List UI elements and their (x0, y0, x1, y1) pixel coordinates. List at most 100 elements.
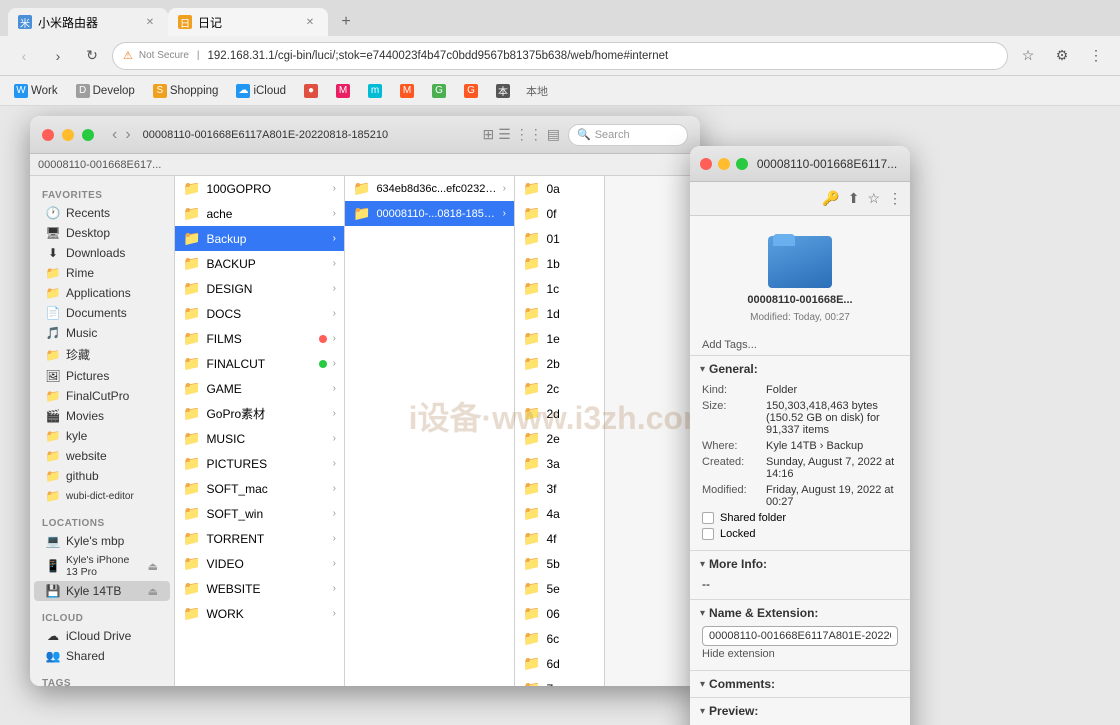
sidebar-item-kyle[interactable]: 📁 kyle (34, 426, 170, 446)
extensions-button[interactable]: ⚙ (1048, 42, 1076, 70)
col3-item-2b[interactable]: 📁2b (515, 351, 604, 376)
col3-item-5b[interactable]: 📁5b (515, 551, 604, 576)
tab-close-diary[interactable]: ✕ (302, 14, 318, 30)
sidebar-item-github[interactable]: 📁 github (34, 466, 170, 486)
info-maximize-button[interactable] (736, 158, 748, 170)
bookmark-button[interactable]: ☆ (1014, 42, 1042, 70)
sidebar-item-website[interactable]: 📁 website (34, 446, 170, 466)
col3-item-4f[interactable]: 📁4f (515, 526, 604, 551)
finder-close-button[interactable] (42, 129, 54, 141)
sidebar-item-finalcutpro[interactable]: 📁 FinalCutPro (34, 386, 170, 406)
sidebar-item-shared[interactable]: 👥 Shared (34, 646, 170, 666)
address-bar[interactable]: ⚠ Not Secure | 192.168.31.1/cgi-bin/luci… (112, 42, 1008, 70)
sidebar-item-rime[interactable]: 📁 Rime (34, 263, 170, 283)
sidebar-item-iphone[interactable]: 📱 Kyle's iPhone 13 Pro ⏏ (34, 551, 170, 581)
gallery-view-button[interactable]: ▤ (547, 126, 560, 143)
col3-item-6c[interactable]: 📁6c (515, 626, 604, 651)
col1-item-ache[interactable]: 📁 ache › (175, 201, 344, 226)
hide-extension-button[interactable]: Hide extension (702, 646, 898, 662)
col1-item-video[interactable]: 📁 VIDEO › (175, 551, 344, 576)
bookmark-shopping[interactable]: S Shopping (149, 82, 223, 100)
sidebar-item-downloads[interactable]: ⬇ Downloads (34, 243, 170, 263)
tab-close-router[interactable]: ✕ (142, 14, 158, 30)
col3-item-3f[interactable]: 📁3f (515, 476, 604, 501)
col3-item-1d[interactable]: 📁1d (515, 301, 604, 326)
more-info-header[interactable]: ▾ More Info: (690, 551, 910, 577)
bookmark-develop[interactable]: D Develop (72, 82, 139, 100)
new-tab-button[interactable]: + (332, 8, 360, 36)
bookmark-work[interactable]: W Work (10, 82, 62, 100)
sidebar-item-music[interactable]: 🎵 Music (34, 323, 170, 343)
col1-item-backup-upper[interactable]: 📁 BACKUP › (175, 251, 344, 276)
bookmark-extra-5[interactable]: G (428, 82, 450, 100)
sidebar-item-wubi[interactable]: 📁 wubi-dict-editor (34, 486, 170, 506)
sidebar-item-kyle14tb[interactable]: 💾 Kyle 14TB ⏏ (34, 581, 170, 601)
col1-item-game[interactable]: 📁 GAME › (175, 376, 344, 401)
col3-item-2d[interactable]: 📁2d (515, 401, 604, 426)
sidebar-item-documents[interactable]: 📄 Documents (34, 303, 170, 323)
col3-item-0f[interactable]: 📁0f (515, 201, 604, 226)
col3-item-06[interactable]: 📁06 (515, 601, 604, 626)
col3-item-0a[interactable]: 📁0a (515, 176, 604, 201)
sidebar-item-recents[interactable]: 🕐 Recents (34, 203, 170, 223)
col3-item-3a[interactable]: 📁3a (515, 451, 604, 476)
tab-diary[interactable]: 日 日记 ✕ (168, 8, 328, 36)
col1-item-100gopro[interactable]: 📁 100GOPRO › (175, 176, 344, 201)
col1-item-pictures[interactable]: 📁 PICTURES › (175, 451, 344, 476)
sidebar-item-applications[interactable]: 📁 Applications (34, 283, 170, 303)
col1-item-gopro[interactable]: 📁 GoPro素材 › (175, 401, 344, 426)
col1-item-design[interactable]: 📁 DESIGN › (175, 276, 344, 301)
finder-forward-button[interactable]: › (125, 126, 130, 144)
bookmark-extra-4[interactable]: M (396, 82, 418, 100)
col1-item-work[interactable]: 📁 WORK › (175, 601, 344, 626)
col1-item-soft-mac[interactable]: 📁 SOFT_mac › (175, 476, 344, 501)
col2-item-00008110[interactable]: 📁 00008110-...0818-185210 › (345, 201, 514, 226)
col3-item-4a[interactable]: 📁4a (515, 501, 604, 526)
comments-header[interactable]: ▾ Comments: (690, 671, 910, 697)
refresh-button[interactable]: ↻ (78, 42, 106, 70)
eject-iphone-button[interactable]: ⏏ (148, 560, 158, 573)
col1-item-website[interactable]: 📁 WEBSITE › (175, 576, 344, 601)
locked-checkbox[interactable] (702, 528, 714, 540)
sidebar-item-kyles-mbp[interactable]: 💻 Kyle's mbp (34, 531, 170, 551)
col3-item-2c[interactable]: 📁2c (515, 376, 604, 401)
share-icon[interactable]: ⬆ (848, 190, 860, 207)
finder-back-button[interactable]: ‹ (112, 126, 117, 144)
col1-item-finalcut[interactable]: 📁 FINALCUT › (175, 351, 344, 376)
bookmark-extra-2[interactable]: M (332, 82, 354, 100)
sidebar-item-zhencang[interactable]: 📁 珍藏 (34, 343, 170, 366)
bookmark-extra-6[interactable]: G (460, 82, 482, 100)
sidebar-item-pictures[interactable]: 🖼 Pictures (34, 366, 170, 386)
col1-item-music[interactable]: 📁 MUSIC › (175, 426, 344, 451)
info-close-button[interactable] (700, 158, 712, 170)
info-minimize-button[interactable] (718, 158, 730, 170)
finder-search-bar[interactable]: 🔍 Search (568, 124, 688, 146)
col3-item-1b[interactable]: 📁1b (515, 251, 604, 276)
col3-item-6d[interactable]: 📁6d (515, 651, 604, 676)
col3-item-01[interactable]: 📁01 (515, 226, 604, 251)
col1-item-backup[interactable]: 📁 Backup › (175, 226, 344, 251)
tab-router[interactable]: 米 小米路由器 ✕ (8, 8, 168, 36)
column-view-button[interactable]: ⋮⋮ (515, 126, 543, 143)
bookmark-extra-7[interactable]: 本 (492, 82, 514, 100)
col3-item-7a[interactable]: 📁7a (515, 676, 604, 686)
preview-header[interactable]: ▾ Preview: (690, 698, 910, 724)
sidebar-item-movies[interactable]: 🎬 Movies (34, 406, 170, 426)
forward-button[interactable]: › (44, 42, 72, 70)
list-view-button[interactable]: ☰ (498, 126, 511, 143)
col1-item-torrent[interactable]: 📁 TORRENT › (175, 526, 344, 551)
col3-item-1c[interactable]: 📁1c (515, 276, 604, 301)
col3-item-2e[interactable]: 📁2e (515, 426, 604, 451)
key-icon[interactable]: 🔑 (822, 190, 839, 207)
general-section-header[interactable]: ▾ General: (690, 356, 910, 382)
bookmark-icloud[interactable]: ☁ iCloud (232, 82, 290, 100)
back-button[interactable]: ‹ (10, 42, 38, 70)
sidebar-item-desktop[interactable]: 🖥 Desktop (34, 223, 170, 243)
col3-item-1e[interactable]: 📁1e (515, 326, 604, 351)
col2-item-634[interactable]: 📁 634eb8d36c...efc0232f71a › (345, 176, 514, 201)
col3-item-5e[interactable]: 📁5e (515, 576, 604, 601)
icon-view-button[interactable]: ⊞ (482, 126, 494, 143)
bookmark-extra-3[interactable]: m (364, 82, 386, 100)
sidebar-item-icloud-drive[interactable]: ☁ iCloud Drive (34, 626, 170, 646)
more-icon[interactable]: ⋮ (888, 190, 902, 207)
